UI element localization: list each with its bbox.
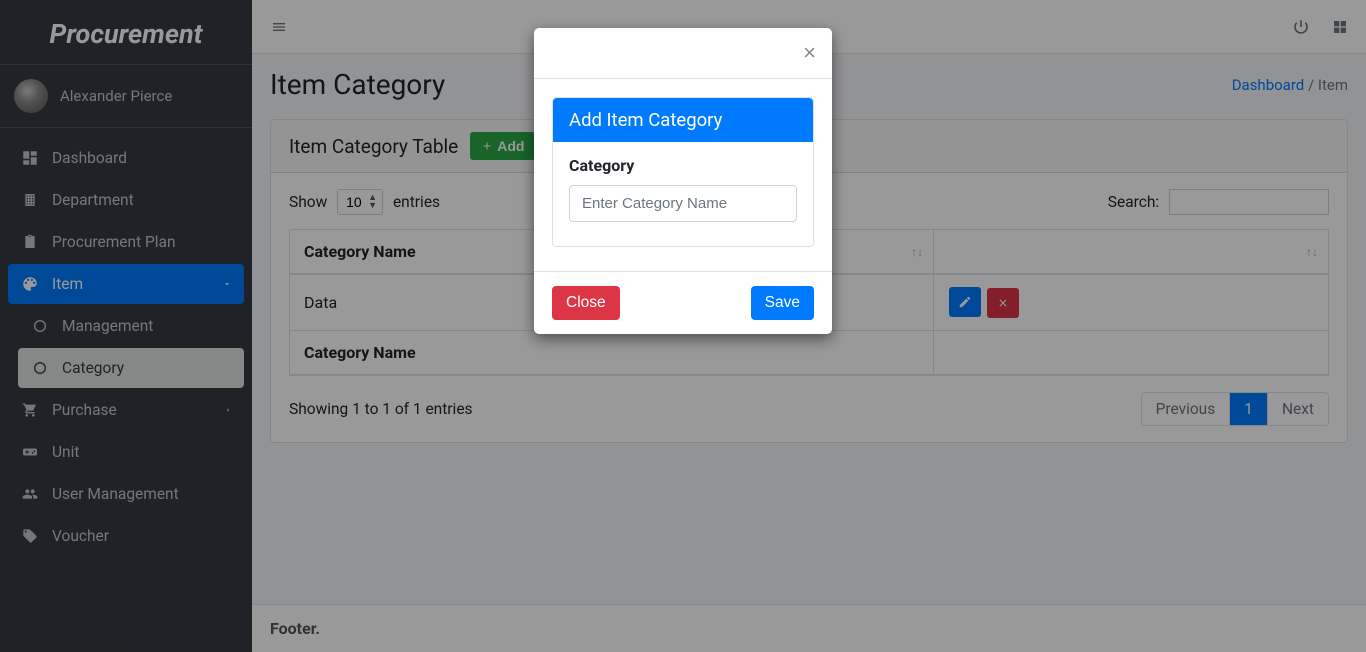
modal-close-button[interactable]: × <box>803 42 816 64</box>
add-category-modal: × Add Item Category Category Close Save <box>534 28 832 334</box>
modal-body: Add Item Category Category <box>534 79 832 271</box>
form-body: Category <box>553 142 813 246</box>
close-icon: × <box>803 40 816 65</box>
form-card: Add Item Category Category <box>552 97 814 247</box>
modal-title: Add Item Category <box>553 98 813 142</box>
modal-footer: Close Save <box>534 271 832 334</box>
category-input[interactable] <box>569 185 797 222</box>
close-button[interactable]: Close <box>552 286 620 320</box>
category-label: Category <box>569 156 797 175</box>
modal-header: × <box>534 28 832 79</box>
save-button[interactable]: Save <box>751 286 814 320</box>
